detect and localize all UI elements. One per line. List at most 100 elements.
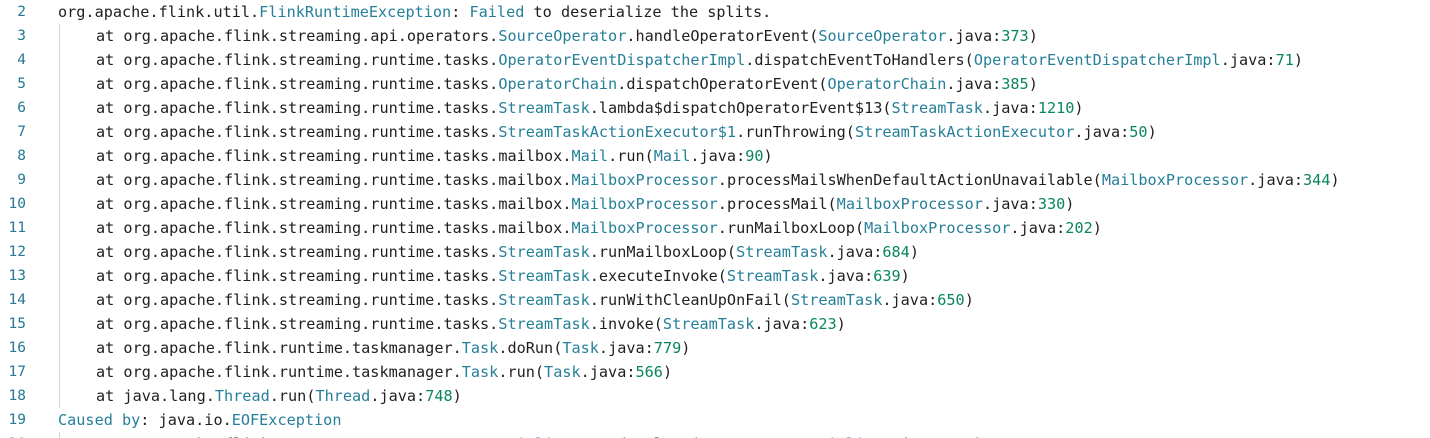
code-token: .runWithCleanUpOnFail( [589, 291, 791, 309]
code-text[interactable]: at org.apache.flink.runtime.taskmanager.… [58, 360, 672, 384]
code-line[interactable]: 19 Caused by: java.io.EOFException [0, 408, 1430, 432]
line-ref-number: 566 [635, 363, 663, 381]
code-text[interactable]: at org.apache.flink.streaming.runtime.ta… [58, 264, 910, 288]
code-token: .runMailboxLoop( [717, 219, 865, 237]
code-token: ) [662, 363, 673, 381]
code-text[interactable]: org.apache.flink.util.FlinkRuntimeExcept… [58, 0, 771, 24]
code-line[interactable]: 16 at org.apache.flink.runtime.taskmanage… [0, 336, 1430, 360]
line-ref-number: 202 [1065, 219, 1093, 237]
line-ref-number: 623 [809, 315, 837, 333]
code-token: at org.apache.flink.streaming.runtime.ta… [96, 147, 572, 165]
indent-guide [58, 24, 96, 48]
code-token: at org.apache.flink.streaming.runtime.ta… [96, 171, 572, 189]
type-name-token: StreamTask [790, 291, 883, 309]
indent-guide [58, 72, 96, 96]
indent-guide [58, 312, 96, 336]
code-token: ) [1293, 51, 1304, 69]
code-text[interactable]: at org.apache.flink.streaming.runtime.ta… [58, 120, 1157, 144]
code-line[interactable]: 11 at org.apache.flink.streaming.runtime.… [0, 216, 1430, 240]
code-token: at org.apache.flink.runtime.taskmanager. [96, 339, 462, 357]
code-token: .java: [1074, 123, 1130, 141]
code-text[interactable]: at org.apache.flink.streaming.runtime.ta… [58, 192, 1074, 216]
code-token: ) [1147, 123, 1157, 141]
code-token: at org.apache.flink.streaming.api.operat… [96, 27, 499, 45]
line-number: 12 [8, 244, 26, 260]
code-token: .doRun( [498, 339, 563, 357]
type-name-token: Thread [315, 387, 371, 405]
line-number: 3 [17, 28, 26, 44]
code-line[interactable]: 18 at java.lang.Thread.run(Thread.java:74… [0, 384, 1430, 408]
type-name-token: SourceOperator [498, 27, 627, 45]
code-line[interactable]: 4 at org.apache.flink.streaming.runtime.t… [0, 48, 1430, 72]
code-line[interactable]: 2 org.apache.flink.util.FlinkRuntimeExcep… [0, 0, 1430, 24]
code-line[interactable]: 9 at org.apache.flink.streaming.runtime.t… [0, 168, 1430, 192]
code-token: .java: [818, 267, 874, 285]
code-text[interactable]: at org.apache.flink.streaming.runtime.ta… [58, 288, 974, 312]
code-text[interactable]: at org.apache.flink.core.memory.DataInpu… [58, 432, 983, 438]
code-text[interactable]: at org.apache.flink.streaming.runtime.ta… [58, 96, 1084, 120]
code-text[interactable]: at org.apache.flink.streaming.runtime.ta… [58, 312, 846, 336]
code-line[interactable]: 14 at org.apache.flink.streaming.runtime.… [0, 288, 1430, 312]
code-text[interactable]: Caused by: java.io.EOFException [58, 408, 341, 432]
type-name-token: EOFException [231, 411, 342, 429]
code-text[interactable]: at org.apache.flink.streaming.runtime.ta… [58, 240, 919, 264]
code-token: .processMail( [717, 195, 837, 213]
type-name-token: Task [562, 339, 599, 357]
indent-guide [58, 360, 96, 384]
line-number: 7 [17, 124, 26, 140]
type-name-token: MailboxProcessor [836, 195, 983, 213]
code-text[interactable]: at org.apache.flink.streaming.runtime.ta… [58, 48, 1303, 72]
line-ref-number: 71 [1275, 51, 1294, 69]
code-token: at org.apache.flink.streaming.runtime.ta… [96, 99, 499, 117]
code-text[interactable]: at org.apache.flink.streaming.runtime.ta… [58, 168, 1340, 192]
code-text[interactable]: at org.apache.flink.runtime.taskmanager.… [58, 336, 690, 360]
code-token: ) [1092, 219, 1102, 237]
indent-guide [58, 168, 96, 192]
indent-guide [58, 192, 96, 216]
code-token: ) [1065, 195, 1075, 213]
type-name-token: StreamTask [498, 291, 590, 309]
indent-guide [58, 120, 96, 144]
type-name-token: StreamTask [498, 315, 590, 333]
code-token: .runMailboxLoop( [589, 243, 737, 261]
code-line[interactable]: 8 at org.apache.flink.streaming.runtime.t… [0, 144, 1430, 168]
code-line[interactable]: 7 at org.apache.flink.streaming.runtime.t… [0, 120, 1430, 144]
code-line[interactable]: 17 at org.apache.flink.runtime.taskmanage… [0, 360, 1430, 384]
code-token: .java: [1248, 171, 1304, 189]
code-token: .lambda$dispatchOperatorEvent$13( [589, 99, 892, 117]
code-line[interactable]: 12 at org.apache.flink.streaming.runtime.… [0, 240, 1430, 264]
code-token: ) [1028, 75, 1038, 93]
code-text[interactable]: at org.apache.flink.streaming.runtime.ta… [58, 144, 773, 168]
code-token: .java: [754, 315, 810, 333]
line-number: 20 [0, 432, 26, 438]
code-token: .java: [370, 387, 426, 405]
code-text[interactable]: at java.lang.Thread.run(Thread.java:748) [58, 384, 462, 408]
type-name-token: Mail [653, 147, 691, 165]
code-token: : [451, 3, 470, 21]
code-text[interactable]: at org.apache.flink.streaming.api.operat… [58, 24, 1038, 48]
code-text[interactable]: at org.apache.flink.streaming.runtime.ta… [58, 72, 1038, 96]
type-name-token: Mail [571, 147, 609, 165]
code-token: ) [452, 387, 462, 405]
code-token: .java: [882, 291, 938, 309]
line-ref-number: 385 [1001, 75, 1029, 93]
code-token: at org.apache.flink.streaming.runtime.ta… [96, 267, 499, 285]
code-token: ) [1330, 171, 1340, 189]
code-line[interactable]: 10 at org.apache.flink.streaming.runtime.… [0, 192, 1430, 216]
code-token: .run( [498, 363, 545, 381]
code-line[interactable]: 20 at org.apache.flink.core.memory.DataIn… [0, 432, 1430, 438]
type-name-token: Thread [214, 387, 270, 405]
code-line[interactable]: 6 at org.apache.flink.streaming.runtime.t… [0, 96, 1430, 120]
code-line[interactable]: 15 at org.apache.flink.streaming.runtime.… [0, 312, 1430, 336]
code-token: ) [1028, 27, 1038, 45]
line-ref-number: 748 [425, 387, 453, 405]
code-token: at org.apache.flink.streaming.runtime.ta… [96, 219, 572, 237]
code-text[interactable]: at org.apache.flink.streaming.runtime.ta… [58, 216, 1102, 240]
code-line[interactable]: 5 at org.apache.flink.streaming.runtime.t… [0, 72, 1430, 96]
code-line[interactable]: 13 at org.apache.flink.streaming.runtime.… [0, 264, 1430, 288]
line-number: 10 [8, 196, 26, 212]
code-token: ) [964, 291, 974, 309]
code-editor[interactable]: 2 org.apache.flink.util.FlinkRuntimeExcep… [0, 0, 1430, 438]
code-line[interactable]: 3 at org.apache.flink.streaming.api.opera… [0, 24, 1430, 48]
line-ref-number: 373 [1001, 27, 1029, 45]
